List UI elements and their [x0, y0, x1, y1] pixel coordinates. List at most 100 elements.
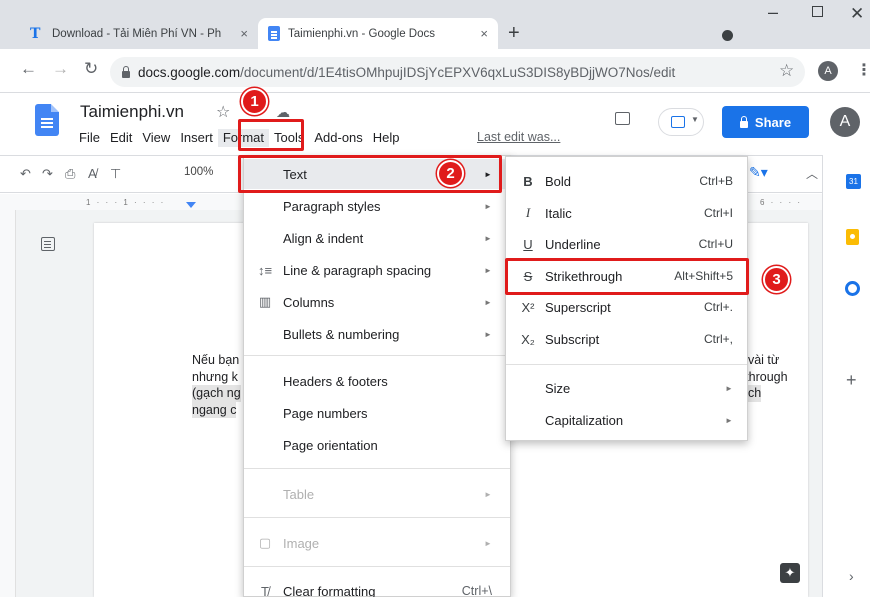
comment-history-icon[interactable] — [615, 112, 630, 125]
text-submenu-underline[interactable]: U Underline Ctrl+U — [506, 229, 747, 259]
keep-icon[interactable] — [846, 229, 859, 245]
zoom-select[interactable]: 100% — [184, 166, 213, 178]
back-arrow-icon[interactable]: ← — [20, 59, 37, 79]
tab-search-icon[interactable] — [722, 30, 733, 41]
url-path: /document/d/1E4tisOMhpujIDSjYcEPXV6qxLuS… — [240, 64, 676, 80]
menu-item-label: Capitalization — [545, 412, 624, 428]
star-document-icon[interactable]: ☆ — [216, 102, 230, 122]
format-menu-bullets-numbering[interactable]: Bullets & numbering ► — [244, 319, 510, 349]
menu-add-ons[interactable]: Add-ons — [309, 129, 367, 147]
clear-formatting-icon: T̸ — [261, 583, 269, 597]
redo-icon[interactable]: ↷ — [42, 166, 53, 182]
calendar-icon[interactable]: 31 — [846, 174, 861, 189]
explore-button[interactable]: ✦ — [780, 563, 800, 583]
window-maximize-button[interactable] — [812, 6, 823, 17]
columns-icon: ▥ — [258, 294, 272, 309]
indent-marker-icon[interactable] — [186, 202, 196, 208]
chevron-down-icon: ▼ — [691, 115, 699, 124]
highlight-box-format — [238, 119, 304, 151]
taimienphi-favicon-icon: T — [30, 25, 41, 42]
text-submenu-capitalization[interactable]: Capitalization ► — [506, 405, 747, 435]
menu-item-label: Align & indent — [283, 230, 364, 246]
menu-view[interactable]: View — [137, 129, 175, 147]
submenu-arrow-icon: ► — [484, 329, 492, 339]
menu-item-shortcut: Ctrl+I — [703, 206, 733, 220]
format-menu-columns[interactable]: ▥ Columns ► — [244, 287, 510, 317]
menu-item-label: Paragraph styles — [283, 198, 381, 214]
document-title[interactable]: Taimienphi.vn — [80, 102, 184, 122]
ruler-ticks: 1 · · · 1 · · · · — [86, 198, 166, 207]
menu-divider — [244, 566, 510, 567]
menu-item-label: Subscript — [545, 331, 600, 347]
url-host: docs.google.com — [138, 64, 241, 80]
submenu-arrow-icon: ► — [484, 538, 492, 548]
menu-item-label: Page numbers — [283, 405, 368, 421]
tab-title: Taimienphi.vn - Google Docs — [288, 27, 436, 40]
google-docs-logo-icon[interactable] — [35, 104, 59, 136]
menu-item-label: Bullets & numbering — [283, 326, 400, 342]
expand-panel-chevron-icon[interactable]: › — [849, 568, 854, 584]
menu-item-shortcut: Ctrl+B — [699, 174, 733, 188]
last-edit-link[interactable]: Last edit was... — [477, 130, 560, 144]
tab-download-taimienphi[interactable]: T Download - Tải Miễn Phí VN - Ph × — [20, 18, 258, 49]
editing-mode-pen-icon[interactable]: ✎▾ — [749, 164, 768, 181]
text-line: ngang c — [192, 401, 237, 418]
menu-divider — [244, 468, 510, 469]
document-outline-icon[interactable] — [41, 237, 55, 251]
lock-icon — [122, 65, 130, 78]
format-menu-clear-formatting[interactable]: T̸ Clear formatting Ctrl+\ — [244, 576, 510, 597]
tab-close-icon[interactable]: × — [240, 26, 248, 41]
present-button[interactable]: ▼ — [658, 108, 704, 136]
tab-close-icon[interactable]: × — [480, 26, 488, 41]
browser-profile-avatar[interactable]: A — [818, 61, 838, 81]
menu-item-label: Underline — [545, 236, 601, 252]
paint-format-icon[interactable]: ⊤ — [110, 166, 121, 182]
menu-item-label: Clear formatting — [283, 583, 376, 597]
menu-file[interactable]: File — [74, 129, 105, 147]
format-menu-page-numbers[interactable]: Page numbers — [244, 398, 510, 428]
window-minimize-button[interactable]: – — [768, 2, 778, 23]
tasks-icon[interactable] — [845, 281, 860, 296]
reload-icon[interactable]: ↻ — [84, 59, 98, 79]
vertical-ruler[interactable] — [0, 210, 16, 597]
text-line: -through — [741, 369, 788, 384]
text-submenu-subscript[interactable]: X₂ Subscript Ctrl+, — [506, 324, 747, 354]
print-icon[interactable]: ⎙ — [65, 166, 75, 182]
get-addons-plus-icon[interactable]: + — [846, 370, 857, 391]
format-menu-line-spacing[interactable]: ↕≡ Line & paragraph spacing ► — [244, 255, 510, 285]
text-line: (gạch ng — [192, 385, 241, 402]
format-menu-page-orientation[interactable]: Page orientation — [244, 430, 510, 460]
window-close-button[interactable]: ✕ — [850, 4, 864, 24]
spellcheck-icon[interactable]: A̸ — [88, 166, 97, 181]
menu-item-label: Columns — [283, 294, 335, 310]
document-text-right[interactable]: t vài từ -through ạch — [741, 352, 807, 402]
menu-item-label: Image — [283, 535, 320, 551]
undo-icon[interactable]: ↶ — [20, 166, 31, 182]
tab-google-docs[interactable]: Taimienphi.vn - Google Docs × — [258, 18, 498, 49]
format-menu-paragraph-styles[interactable]: Paragraph styles ► — [244, 191, 510, 221]
new-tab-button[interactable]: + — [508, 22, 520, 45]
submenu-arrow-icon: ► — [484, 489, 492, 499]
bold-icon: B — [523, 173, 533, 189]
text-submenu-size[interactable]: Size ► — [506, 373, 747, 403]
menu-edit[interactable]: Edit — [105, 129, 137, 147]
image-icon: ▢ — [258, 535, 272, 550]
text-submenu-superscript[interactable]: X² Superscript Ctrl+. — [506, 292, 747, 322]
bookmark-star-icon[interactable]: ☆ — [779, 61, 794, 81]
collapse-toolbar-icon[interactable]: ︿ — [806, 165, 818, 182]
share-button[interactable]: Share — [722, 106, 809, 138]
address-bar[interactable]: docs.google.com/document/d/1E4tisOMhpujI… — [110, 57, 805, 87]
menu-item-shortcut: Ctrl+. — [703, 300, 733, 314]
format-menu-align-indent[interactable]: Align & indent ► — [244, 223, 510, 253]
menu-item-label: Line & paragraph spacing — [283, 262, 432, 278]
format-menu-headers-footers[interactable]: Headers & footers — [244, 366, 510, 396]
text-submenu-bold[interactable]: B Bold Ctrl+B — [506, 166, 747, 196]
text-submenu-italic[interactable]: I Italic Ctrl+I — [506, 198, 747, 228]
account-avatar[interactable]: A — [830, 107, 860, 137]
step-badge-3: 3 — [763, 266, 790, 293]
menu-help[interactable]: Help — [368, 129, 405, 147]
browser-menu-icon[interactable]: ⋮ — [856, 60, 870, 80]
share-label: Share — [754, 114, 792, 130]
menu-insert[interactable]: Insert — [175, 129, 218, 147]
forward-arrow-icon[interactable]: → — [52, 59, 69, 79]
